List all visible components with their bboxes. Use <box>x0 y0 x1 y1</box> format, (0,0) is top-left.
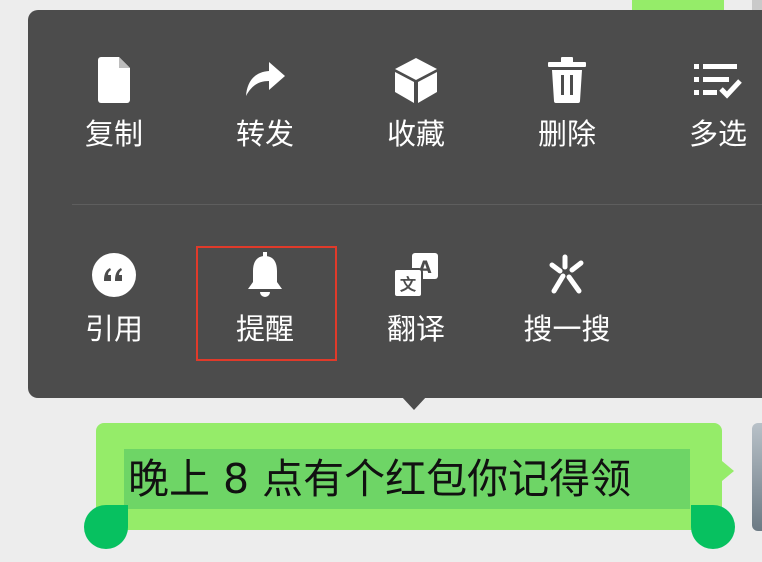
message-text[interactable]: 晚上 8 点有个红包你记得领 <box>128 452 708 506</box>
menu-pointer <box>401 396 427 410</box>
selection-handle-start[interactable] <box>84 505 128 549</box>
menu-item-delete[interactable]: 删除 <box>512 54 622 174</box>
cube-icon <box>361 54 471 106</box>
forward-arrow-icon <box>210 54 320 106</box>
quote-icon <box>59 249 169 301</box>
translate-icon: A文 <box>361 249 471 301</box>
menu-item-label: 搜一搜 <box>523 312 611 346</box>
document-icon <box>59 54 169 106</box>
search-spark-icon <box>512 249 622 301</box>
menu-item-forward[interactable]: 转发 <box>210 54 320 174</box>
avatar[interactable] <box>752 423 762 531</box>
menu-item-label: 删除 <box>537 117 596 151</box>
menu-item-copy[interactable]: 复制 <box>59 54 169 174</box>
menu-item-label: 引用 <box>84 312 143 346</box>
menu-item-label: 转发 <box>235 117 294 151</box>
menu-divider <box>72 204 762 205</box>
remind-highlight-box <box>196 246 337 361</box>
menu-item-label: 复制 <box>84 117 143 151</box>
svg-text:文: 文 <box>400 275 417 294</box>
multi-select-icon <box>663 54 762 106</box>
menu-item-search[interactable]: 搜一搜 <box>512 249 622 369</box>
menu-item-translate[interactable]: A文 翻译 <box>361 249 471 369</box>
menu-item-label: 翻译 <box>386 312 445 346</box>
selection-handle-end[interactable] <box>691 505 735 549</box>
bubble-tail <box>722 461 734 481</box>
menu-item-label: 多选 <box>688 117 747 151</box>
menu-item-label: 收藏 <box>386 117 445 151</box>
menu-item-multi-select[interactable]: 多选 <box>663 54 762 174</box>
trash-icon <box>512 54 622 106</box>
menu-item-favorite[interactable]: 收藏 <box>361 54 471 174</box>
menu-item-quote[interactable]: 引用 <box>59 249 169 369</box>
